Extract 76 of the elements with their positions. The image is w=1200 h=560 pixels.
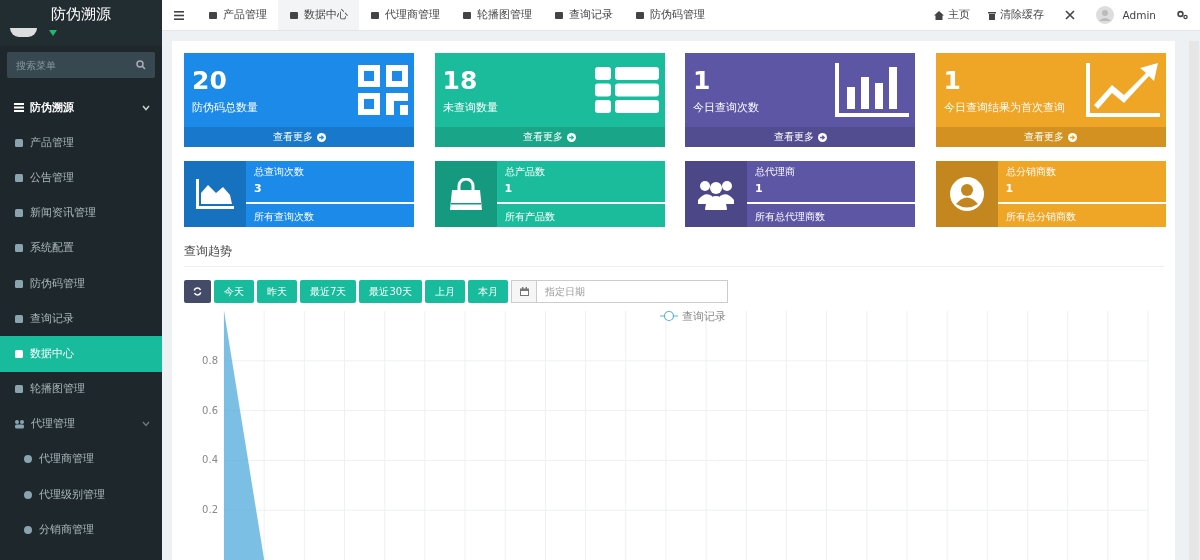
avatar-icon	[1095, 6, 1114, 24]
fullscreen-icon[interactable]	[1064, 10, 1075, 20]
sidebar-subitem[interactable]: 分销商管理	[0, 512, 162, 548]
legend-marker-icon	[659, 310, 679, 322]
menu-search-field[interactable]: 搜索菜单	[7, 52, 155, 78]
stat-value: 18	[442, 65, 479, 96]
sidebar-item[interactable]: 轮播图管理	[0, 371, 162, 407]
info-title: 总查询次数	[254, 165, 305, 179]
home-link[interactable]: 主页	[924, 0, 979, 30]
more-link[interactable]: 查看更多	[685, 127, 915, 147]
bar-chart-icon	[835, 63, 909, 117]
nav-tab[interactable]: 代理商管理	[359, 0, 451, 30]
info-footer: 所有总代理商数	[755, 210, 915, 224]
y-tick-label: 0.4	[202, 454, 218, 466]
info-value: 1	[997, 182, 1166, 204]
sidebar-item[interactable]: 新闻资讯管理	[0, 195, 162, 231]
more-link[interactable]: 查看更多	[184, 127, 414, 147]
user-menu[interactable]: Admin	[1086, 0, 1165, 30]
y-tick-label: 0.6	[202, 404, 218, 416]
info-value: 1	[496, 182, 665, 204]
search-input[interactable]: 搜索菜单	[16, 59, 132, 71]
stat-label: 未查询数量	[442, 99, 498, 115]
nav-tab[interactable]: 防伪码管理	[624, 0, 716, 30]
legend-label: 查询记录	[682, 310, 726, 323]
y-tick-label: 0.2	[202, 504, 218, 516]
shopping-bag-icon	[449, 178, 482, 210]
stat-value: 20	[192, 65, 228, 96]
nav-tab[interactable]: 产品管理	[197, 0, 278, 30]
y-tick-label: 0.8	[202, 354, 218, 366]
menu-section-label: 防伪溯源	[30, 100, 74, 115]
section-title: 查询趋势	[184, 243, 1164, 267]
nav-tab[interactable]: 轮播图管理	[451, 0, 543, 30]
sidebar-item[interactable]: 系统配置	[0, 230, 162, 266]
info-title: 总分销商数	[1005, 165, 1057, 179]
stat-label: 今日查询结果为首次查询	[943, 99, 1065, 115]
sidebar-item[interactable]: 产品管理	[0, 125, 162, 161]
avatar	[10, 28, 37, 37]
menu-icon[interactable]	[174, 10, 184, 20]
sidebar-subitem[interactable]: 代理级别管理	[0, 477, 162, 513]
home-icon	[933, 10, 944, 20]
arrow-circle-icon	[817, 132, 827, 142]
stat-label: 今日查询次数	[693, 99, 759, 115]
nav-tab[interactable]: 查询记录	[543, 0, 624, 30]
online-status-icon	[49, 30, 57, 36]
stat-value: 1	[693, 65, 712, 96]
trend-arrow-icon	[1085, 63, 1160, 117]
stat-label: 防伪码总数量	[192, 99, 258, 115]
calendar-icon	[519, 287, 529, 296]
info-footer: 所有总分销商数	[1005, 210, 1166, 224]
info-value: 1	[747, 182, 915, 204]
app-title: 防伪溯源	[0, 0, 162, 28]
arrow-circle-icon	[316, 132, 326, 142]
nav-tab[interactable]: 数据中心	[278, 0, 359, 30]
sidebar-item[interactable]: 查询记录	[0, 301, 162, 337]
search-icon[interactable]	[136, 60, 146, 70]
menu-section-header[interactable]: 防伪溯源	[0, 90, 162, 126]
qr-code-icon	[358, 65, 408, 115]
trash-icon	[987, 10, 996, 20]
settings-icon[interactable]	[1177, 10, 1188, 20]
info-title: 总代理商	[755, 165, 796, 179]
sidebar-subitem[interactable]: 代理商管理	[0, 441, 162, 478]
refresh-button[interactable]	[184, 280, 211, 303]
clear-cache-button[interactable]: 清除缓存	[978, 0, 1053, 30]
area-chart-icon	[196, 179, 234, 209]
sidebar-item[interactable]: 代理管理	[0, 406, 162, 442]
arrow-circle-icon	[1068, 132, 1077, 142]
info-footer: 所有产品数	[504, 210, 665, 224]
info-footer: 所有查询次数	[254, 210, 414, 224]
stat-value: 1	[943, 65, 962, 96]
info-value: 3	[246, 182, 414, 204]
sidebar-item[interactable]: 防伪码管理	[0, 265, 162, 302]
sidebar-item[interactable]: 公告管理	[0, 160, 162, 196]
refresh-icon	[193, 287, 202, 296]
arrow-circle-icon	[567, 132, 576, 142]
info-title: 总产品数	[504, 165, 546, 179]
date-field[interactable]: 指定日期	[511, 280, 729, 303]
